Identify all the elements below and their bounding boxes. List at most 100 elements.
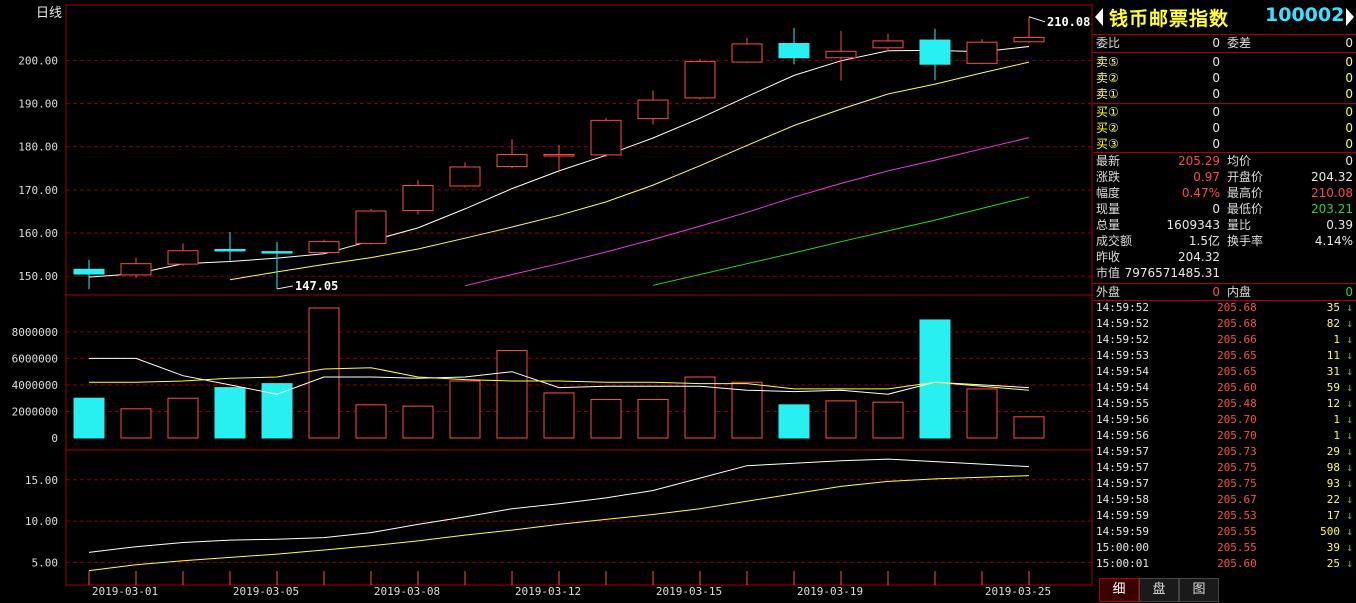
quote-row: 昨收 204.32 [1096, 250, 1220, 264]
quote-row: 总量 1609343 量比 0.39 [1096, 218, 1353, 232]
tick-row[interactable]: 14:59:54 205.60 59 ↓ [1093, 380, 1356, 396]
stock-header: 钱币邮票指数 100002 [1093, 0, 1356, 34]
tick-row[interactable]: 14:59:53 205.65 11 ↓ [1093, 348, 1356, 364]
volume-bar[interactable] [872, 401, 904, 439]
volume-tick-label: 8000000 [12, 326, 58, 339]
volume-bar[interactable] [73, 397, 105, 439]
date-label: 2019-03-15 [656, 585, 722, 598]
sell-level-row: 卖① 0 0 [1096, 87, 1353, 101]
quote-row: 涨跌 0.97 开盘价 204.32 [1096, 170, 1353, 184]
volume-bar[interactable] [214, 387, 246, 439]
volume-bar[interactable] [167, 397, 199, 439]
stock-name: 钱币邮票指数 [1109, 8, 1230, 30]
volume-bar[interactable] [543, 392, 575, 439]
volume-bar[interactable] [1013, 416, 1045, 439]
buy-level-row: 买① 0 0 [1096, 105, 1353, 119]
next-stock-icon[interactable] [1346, 8, 1354, 26]
down-arrow-icon: ↓ [1346, 365, 1353, 378]
price-tick-label: 150.00 [18, 270, 58, 283]
date-label: 2019-03-05 [233, 585, 299, 598]
indicator-tick-label: 5.00 [32, 556, 59, 569]
max-price-label: 210.08 [1047, 15, 1090, 29]
candle[interactable] [590, 118, 622, 158]
candle[interactable] [355, 208, 387, 245]
indicator-tick-label: 15.00 [25, 474, 58, 487]
volume-bar[interactable] [355, 404, 387, 439]
candle[interactable] [308, 239, 340, 254]
down-arrow-icon: ↓ [1346, 381, 1353, 394]
period-label[interactable]: 日线 [36, 6, 62, 21]
tick-row[interactable]: 14:59:59 205.55 500 ↓ [1093, 524, 1356, 540]
tick-row[interactable]: 14:59:57 205.75 93 ↓ [1093, 476, 1356, 492]
tab-chart[interactable]: 图 [1179, 578, 1219, 602]
down-arrow-icon: ↓ [1346, 525, 1353, 538]
outer-inner-row: 外盘 0 内盘 0 [1096, 285, 1353, 299]
down-arrow-icon: ↓ [1346, 397, 1353, 410]
tick-row[interactable]: 14:59:52 205.68 35 ↓ [1093, 300, 1356, 316]
tick-row[interactable]: 14:59:57 205.73 29 ↓ [1093, 444, 1356, 460]
volume-bar[interactable] [590, 399, 622, 439]
price-tick-label: 170.00 [18, 184, 58, 197]
price-tick-label: 190.00 [18, 98, 58, 111]
volume-bar[interactable] [919, 319, 951, 439]
sell-level-row: 卖⑤ 0 0 [1096, 55, 1353, 69]
volume-tick-label: 2000000 [12, 405, 58, 418]
stock-code: 100002 [1265, 4, 1345, 26]
volume-bar[interactable] [825, 400, 857, 439]
volume-bar[interactable] [778, 404, 810, 439]
min-price-label: 147.05 [295, 279, 338, 293]
tick-row[interactable]: 14:59:52 205.68 82 ↓ [1093, 316, 1356, 332]
down-arrow-icon: ↓ [1346, 541, 1353, 554]
price-tick-label: 180.00 [18, 141, 58, 154]
tab-detail[interactable]: 细 [1099, 578, 1139, 602]
tick-row[interactable]: 14:59:56 205.70 1 ↓ [1093, 412, 1356, 428]
volume-tick-label: 6000000 [12, 352, 58, 365]
kline-chart[interactable]: 日线 200.00 190.00 180.00 170.00 160.00 150.00 8… [0, 0, 1093, 603]
tick-row[interactable]: 14:59:59 205.53 17 ↓ [1093, 508, 1356, 524]
down-arrow-icon: ↓ [1346, 493, 1353, 506]
tick-row[interactable]: 14:59:52 205.66 1 ↓ [1093, 332, 1356, 348]
candle[interactable] [402, 179, 434, 215]
price-tick-label: 160.00 [18, 227, 58, 240]
quote-row: 最新 205.29 均价 0 [1096, 154, 1353, 168]
buy-level-row: 买② 0 0 [1096, 121, 1353, 135]
quote-row: 市值 7976571485.31 [1096, 266, 1220, 280]
volume-tick-label: 0 [51, 432, 58, 445]
candle[interactable] [966, 39, 998, 65]
candle[interactable] [684, 59, 716, 100]
down-arrow-icon: ↓ [1346, 445, 1353, 458]
date-label: 2019-03-08 [374, 585, 440, 598]
volume-bar[interactable] [402, 405, 434, 439]
down-arrow-icon: ↓ [1346, 461, 1353, 474]
indicator-tick-label: 10.00 [25, 515, 58, 528]
volume-bar[interactable] [308, 307, 340, 439]
date-label: 2019-03-19 [797, 585, 863, 598]
down-arrow-icon: ↓ [1346, 557, 1353, 570]
down-arrow-icon: ↓ [1346, 429, 1353, 442]
volume-bar[interactable] [120, 408, 152, 439]
price-tick-label: 200.00 [18, 54, 58, 67]
tick-row[interactable]: 15:00:01 205.60 25 ↓ [1093, 556, 1356, 572]
prev-stock-icon[interactable] [1095, 8, 1103, 26]
tab-board[interactable]: 盘 [1139, 578, 1179, 602]
tick-row[interactable]: 14:59:58 205.67 22 ↓ [1093, 492, 1356, 508]
panel-tabs: 细 盘 图 [1093, 576, 1356, 603]
tick-row[interactable]: 14:59:55 205.48 12 ↓ [1093, 396, 1356, 412]
tick-row[interactable]: 14:59:56 205.70 1 ↓ [1093, 428, 1356, 444]
buy-level-row: 买③ 0 0 [1096, 137, 1353, 151]
date-label: 2019-03-12 [515, 585, 581, 598]
volume-bar[interactable] [449, 380, 481, 439]
wei-bi-row: 委比 0 委差 0 [1096, 36, 1353, 50]
volume-bar[interactable] [637, 399, 669, 439]
down-arrow-icon: ↓ [1346, 413, 1353, 426]
volume-bar[interactable] [496, 349, 528, 439]
volume-bar[interactable] [966, 388, 998, 439]
down-arrow-icon: ↓ [1346, 349, 1353, 362]
down-arrow-icon: ↓ [1346, 509, 1353, 522]
date-label: 2019-03-01 [92, 585, 158, 598]
tick-row[interactable]: 15:00:00 205.55 39 ↓ [1093, 540, 1356, 556]
tick-row[interactable]: 14:59:57 205.75 98 ↓ [1093, 460, 1356, 476]
tick-row[interactable]: 14:59:54 205.65 31 ↓ [1093, 364, 1356, 380]
quote-row: 幅度 0.47% 最高价 210.08 [1096, 186, 1353, 200]
volume-tick-label: 4000000 [12, 379, 58, 392]
